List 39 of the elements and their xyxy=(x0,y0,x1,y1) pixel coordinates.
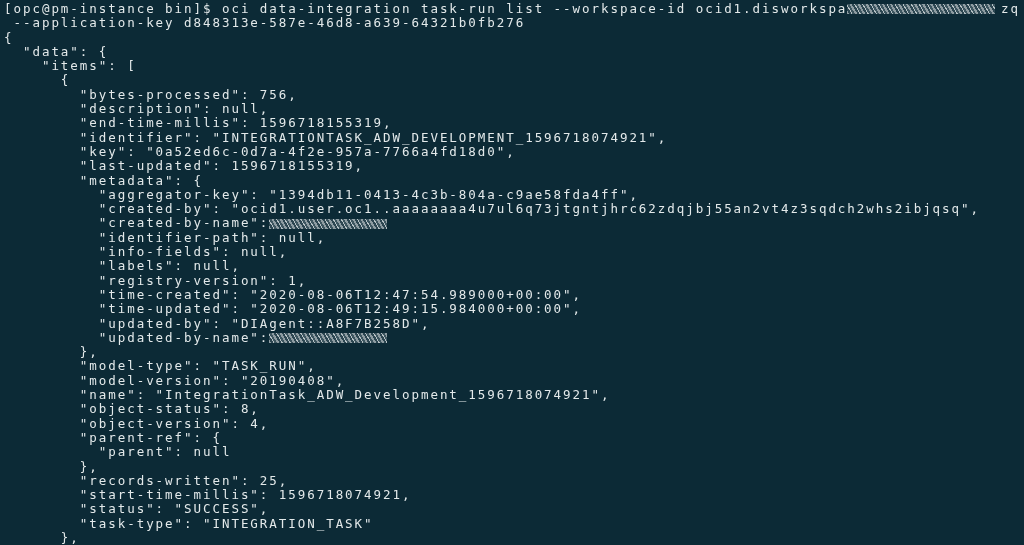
terminal-line: "start-time-millis": 1596718074921, xyxy=(78,488,412,503)
terminal-line: "items": [ xyxy=(40,59,137,74)
terminal-line: "parent-ref": { xyxy=(78,430,222,446)
terminal-line: "model-type": "TASK_RUN", xyxy=(78,359,317,374)
terminal-line: }, xyxy=(59,531,80,545)
terminal-line: "metadata": { xyxy=(78,173,203,188)
terminal-line: "identifier-path": null, xyxy=(97,230,327,246)
terminal-line: zq xyxy=(1001,2,1020,17)
terminal-line: "object-version": 4, xyxy=(78,416,270,431)
terminal-line: [opc@pm-instance bin]$ oci data-integration task-run list --workspace-id ocid1.disworkspa xyxy=(4,2,848,17)
terminal-line: "key": "0a52ed6c-0d7a-4f2e-957a-7766a4fd18d0", xyxy=(78,144,516,160)
terminal-line: "identifier": "INTEGRATIONTASK_ADW_DEVELOPMENT_1596718074921", xyxy=(78,130,668,145)
terminal-line: }, xyxy=(78,459,99,474)
terminal-line: { xyxy=(4,30,14,45)
terminal-line: "aggregator-key": "1394db11-0413-4c3b-804a-c9ae58fda4ff", xyxy=(97,187,639,203)
terminal-line: "status": "SUCCESS", xyxy=(78,502,270,517)
terminal-line: "end-time-millis": 1596718155319, xyxy=(78,116,393,131)
terminal-line: "updated-by-name": xyxy=(97,330,270,346)
terminal-line: "time-updated": "2020-08-06T12:49:15.984000+00:00", xyxy=(97,302,582,317)
terminal-line: "updated-by": "DIAgent::A8F7B258D", xyxy=(97,316,431,331)
terminal-line: "info-fields": null, xyxy=(97,245,289,260)
terminal-line: { xyxy=(59,73,71,88)
terminal-line: "task-type": "INTEGRATION_TASK" xyxy=(78,516,374,531)
terminal-line: "model-version": "20190408", xyxy=(78,373,346,388)
terminal-line: "records-written": 25, xyxy=(78,473,289,489)
terminal-line: "registry-version": 1, xyxy=(97,273,308,288)
terminal-line: "last-updated": 1596718155319, xyxy=(78,159,365,174)
terminal-line: --application-key d848313e-587e-46d8-a639-64321b0fb276 xyxy=(13,16,526,31)
terminal-line: "labels": null, xyxy=(97,259,241,274)
terminal-line: "object-status": 8, xyxy=(78,402,260,417)
terminal-line: "data": { xyxy=(21,44,109,60)
terminal-line: }, xyxy=(78,345,99,360)
terminal-line: "parent": null xyxy=(98,445,232,460)
terminal-line: "bytes-processed": 756, xyxy=(78,87,298,103)
terminal-line: "created-by": "ocid1.user.oc1..aaaaaaaa4u7ul6q73jtgntjhrc62zdqjbj55an2vt4z3sqdch2whs2ibjqsq", xyxy=(97,202,980,217)
terminal-line: "created-by-name": xyxy=(97,216,270,231)
terminal-line: "description": null, xyxy=(78,102,270,117)
terminal-line: "time-created": "2020-08-06T12:47:54.989000+00:00", xyxy=(97,287,582,303)
terminal-line: "name": "IntegrationTask_ADW_Development_1596718074921", xyxy=(78,388,611,403)
